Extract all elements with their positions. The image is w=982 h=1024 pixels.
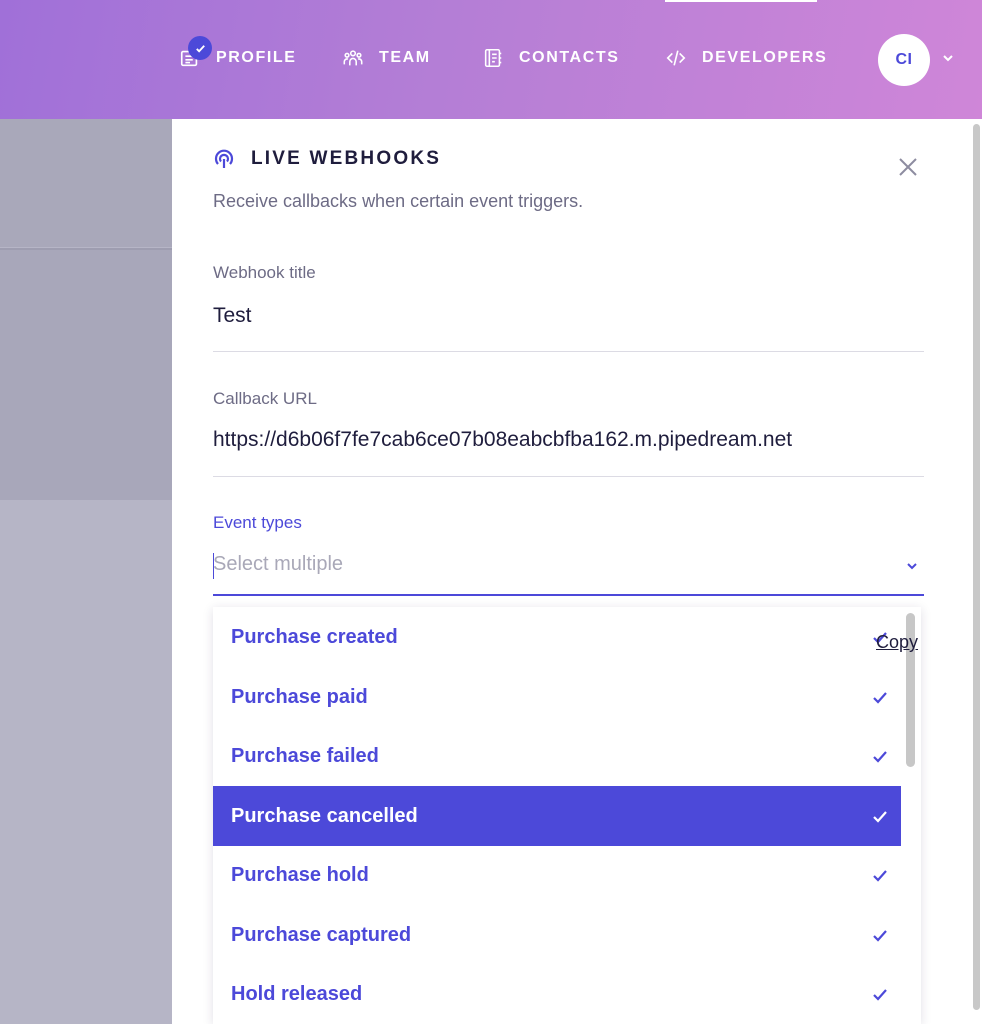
option-hold-released[interactable]: Hold released [213,964,901,1024]
check-icon [873,870,887,882]
nav-label-team: TEAM [379,49,431,66]
option-label: Purchase cancelled [231,804,418,827]
webhook-title-label: Webhook title [213,263,316,282]
backdrop-band [0,250,172,500]
nav-item-profile[interactable]: PROFILE [178,36,297,72]
panel-scrollbar-thumb[interactable] [973,124,980,1010]
verified-check-icon [188,36,212,60]
check-icon [873,989,887,1001]
code-icon [664,46,688,70]
panel-title: LIVE WEBHOOKS [251,148,442,169]
option-purchase-created[interactable]: Purchase created [213,607,901,667]
check-icon [873,692,887,704]
option-purchase-captured[interactable]: Purchase captured [213,905,901,965]
option-label: Purchase paid [231,685,368,708]
nav-item-developers[interactable]: DEVELOPERS [664,44,827,72]
callback-url-input[interactable]: https://d6b06f7fe7cab6ce07b08eabcbfba162… [213,428,792,452]
option-label: Purchase failed [231,744,379,767]
close-icon[interactable] [896,155,920,179]
broadcast-icon [214,149,234,168]
field-divider [213,476,924,477]
panel-scrollbar[interactable] [971,122,982,1012]
dropdown-scrollbar[interactable] [903,611,917,1024]
webhook-title-input[interactable]: Test [213,304,252,328]
option-purchase-failed[interactable]: Purchase failed [213,726,901,786]
nav-label-developers: DEVELOPERS [702,49,828,66]
event-types-placeholder: Select multiple [213,553,344,575]
event-types-dropdown: Purchase created Purchase paid Purchase … [213,607,921,1024]
chevron-down-icon[interactable] [905,559,919,573]
field-divider [213,351,924,352]
active-tab-indicator [665,0,817,2]
team-icon [341,46,365,70]
option-purchase-hold[interactable]: Purchase hold [213,845,901,905]
chevron-down-icon[interactable] [941,51,955,65]
backdrop-band [0,119,172,247]
check-icon [873,930,887,942]
profile-icon [178,36,212,70]
top-navigation-bar: PROFILE TEAM CONTACTS DEVELOPERS CI [0,0,982,119]
panel-header: LIVE WEBHOOKS [213,148,441,170]
check-icon [873,751,887,763]
page-backdrop [0,119,172,1024]
copy-link[interactable]: Copy [876,632,918,653]
check-icon [873,811,887,823]
nav-label-profile: PROFILE [216,49,297,66]
panel-subtitle: Receive callbacks when certain event tri… [213,191,584,211]
nav-item-team[interactable]: TEAM [341,44,431,72]
option-label: Hold released [231,982,363,1005]
user-avatar[interactable]: CI [878,34,930,86]
option-label: Purchase created [231,625,398,648]
option-label: Purchase hold [231,863,369,886]
nav-item-contacts[interactable]: CONTACTS [481,44,620,72]
option-purchase-paid[interactable]: Purchase paid [213,667,901,727]
option-purchase-cancelled[interactable]: Purchase cancelled [213,786,901,846]
nav-label-contacts: CONTACTS [519,49,620,66]
contacts-icon [481,46,505,70]
callback-url-label: Callback URL [213,389,317,408]
option-label: Purchase captured [231,923,412,946]
event-types-label: Event types [213,513,302,532]
event-types-select[interactable]: Select multiple [213,548,924,596]
